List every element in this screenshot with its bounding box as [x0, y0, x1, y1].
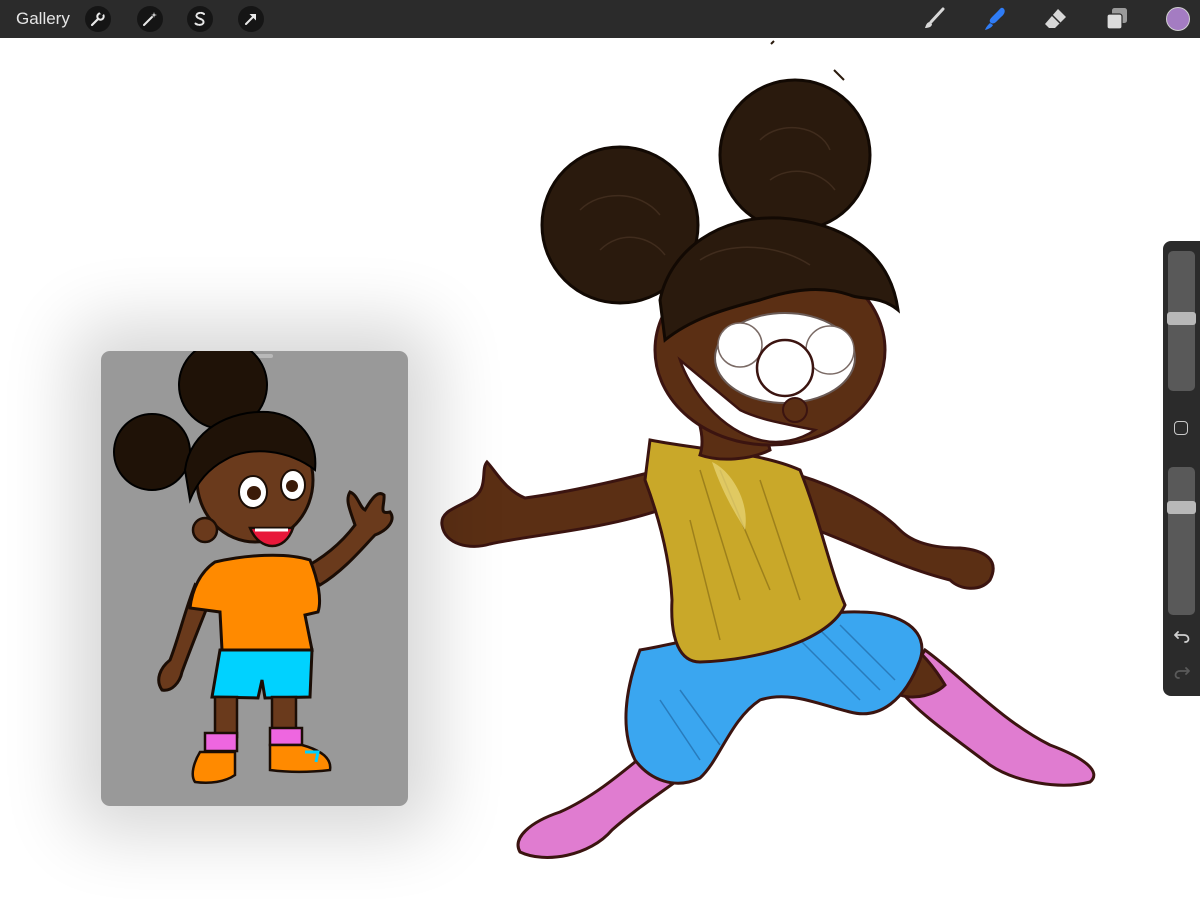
gallery-button[interactable]: Gallery	[16, 9, 70, 29]
transform-button[interactable]	[238, 6, 264, 32]
transform-arrow-icon	[245, 14, 256, 25]
drawing-canvas[interactable]	[0, 38, 1200, 899]
top-toolbar: Gallery	[0, 0, 1200, 38]
brush-sidebar	[1163, 241, 1200, 696]
layers-icon	[1106, 8, 1127, 30]
brush-icon	[925, 7, 945, 28]
brush-opacity-slider[interactable]	[1167, 467, 1196, 615]
eraser-tool-button[interactable]	[1043, 6, 1069, 32]
redo-icon[interactable]	[1172, 662, 1192, 682]
undo-icon[interactable]	[1172, 626, 1192, 646]
layers-button[interactable]	[1104, 6, 1130, 32]
color-picker-button[interactable]	[1166, 7, 1190, 31]
selection-button[interactable]	[187, 6, 213, 32]
wrench-icon	[90, 10, 105, 27]
smudge-tool-button[interactable]	[982, 6, 1008, 32]
brush-opacity-thumb[interactable]	[1167, 501, 1196, 514]
eraser-icon	[1045, 9, 1066, 28]
brush-tool-button[interactable]	[921, 6, 947, 32]
brush-size-slider[interactable]	[1167, 251, 1196, 391]
reference-character-image	[113, 351, 394, 784]
brush-size-thumb[interactable]	[1167, 312, 1196, 325]
actions-wrench-button[interactable]	[85, 6, 111, 32]
smudge-icon	[985, 7, 1005, 30]
modify-square-icon[interactable]	[1174, 421, 1188, 435]
reference-window[interactable]	[101, 351, 408, 806]
magic-wand-icon	[143, 12, 157, 26]
selection-s-icon	[194, 11, 205, 26]
adjustments-button[interactable]	[137, 6, 163, 32]
